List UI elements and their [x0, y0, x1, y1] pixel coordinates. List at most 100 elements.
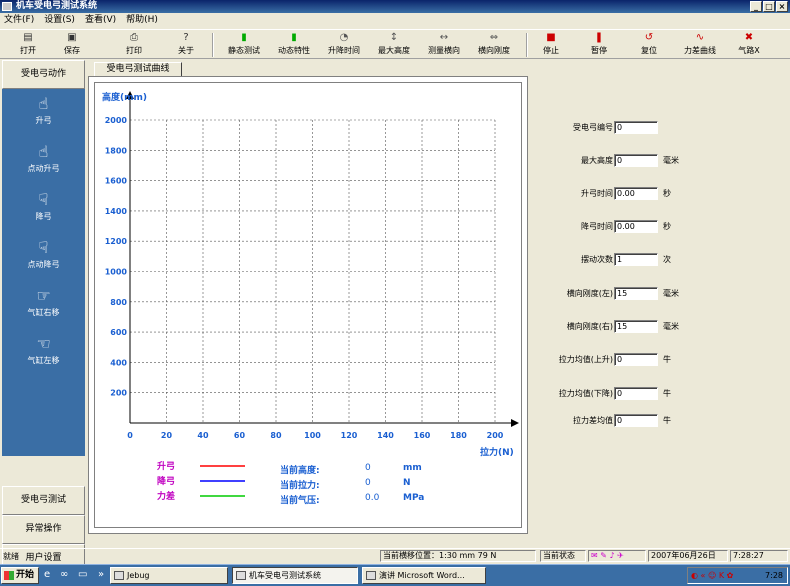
minimize-button[interactable]: _ — [750, 1, 762, 12]
action-lower[interactable]: ☟ 降弓 — [2, 189, 85, 237]
y-tick-label: 1200 — [105, 237, 128, 246]
force-mean-rise-field[interactable]: 0 — [614, 353, 658, 366]
word-icon — [366, 571, 376, 580]
reset-button[interactable]: ↺ 复位 — [634, 32, 664, 58]
title-bar: 机车受电弓测试系统 _ □ × — [0, 0, 790, 13]
y-tick-label: 2000 — [105, 116, 128, 125]
print-button[interactable]: ⎙ 打印 — [120, 32, 148, 58]
stop-icon: ■ — [546, 32, 556, 43]
action-raise[interactable]: ☝ 升弓 — [2, 93, 85, 141]
more-chevron-icon[interactable]: » — [98, 569, 104, 580]
x-tick-label: 100 — [304, 431, 321, 440]
param-lateral-stiffness-right: 横向刚度(右) 15 毫米 — [566, 320, 679, 333]
legend-label: 升弓 — [157, 460, 175, 472]
tab-test-curve[interactable]: 受电弓测试曲线 — [94, 62, 182, 76]
tray-icons[interactable]: ◐ « ☺ K ✿ — [691, 568, 733, 583]
x-tick-label: 180 — [450, 431, 467, 440]
x-tick-label: 120 — [341, 431, 358, 440]
force-curve-button[interactable]: ∿ 力差曲线 — [678, 32, 722, 58]
x-tick-label: 80 — [270, 431, 282, 440]
status-date: 2007年06月26日 — [648, 550, 728, 562]
y-axis-label: 高度(mm) — [102, 91, 147, 103]
action-jog-lower[interactable]: ☟ 点动降弓 — [2, 237, 85, 285]
reset-icon: ↺ — [644, 32, 654, 43]
menu-file[interactable]: 文件(F) — [4, 13, 34, 27]
max-height-button[interactable]: ↕ 最大高度 — [372, 32, 416, 58]
task-word[interactable]: 演讲 Microsoft Word... — [362, 567, 486, 584]
status-state: 当前状态 — [540, 550, 586, 562]
media-icon[interactable]: ∞ — [60, 569, 68, 580]
dynamic-test-button[interactable]: ▮ 动态特性 — [272, 32, 316, 58]
y-tick-label: 400 — [110, 358, 127, 367]
exception-operation-button[interactable]: 异常操作 — [2, 515, 85, 544]
maximize-button[interactable]: □ — [763, 1, 775, 12]
stop-button[interactable]: ■ 停止 — [536, 32, 566, 58]
desktop-icon[interactable]: ▭ — [78, 569, 87, 580]
pause-icon: ❚ — [594, 32, 604, 43]
legend-label: 降弓 — [157, 475, 175, 487]
action-cylinder-right[interactable]: ☞ 气缸右移 — [2, 285, 85, 333]
air-circuit-button[interactable]: ✖ 气路X — [732, 32, 766, 58]
x-axis-label: 拉力(N) — [480, 446, 514, 458]
about-button[interactable]: ? 关于 — [172, 32, 200, 58]
app-icon[interactable] — [2, 2, 12, 11]
lateral-stiffness-right-field[interactable]: 15 — [614, 320, 658, 333]
action-cylinder-left[interactable]: ☜ 气缸左移 — [2, 333, 85, 381]
rise-time-field[interactable]: 0.00 — [614, 187, 658, 200]
task-pantograph-system[interactable]: 机车受电弓测试系统 — [232, 567, 358, 584]
window-title: 机车受电弓测试系统 — [16, 1, 98, 11]
ie-icon[interactable]: e — [44, 569, 50, 580]
close-button[interactable]: × — [776, 1, 788, 12]
action-jog-raise[interactable]: ☝ 点动升弓 — [2, 141, 85, 189]
action-panel-header[interactable]: 受电弓动作 — [2, 60, 85, 89]
x-tick-label: 140 — [377, 431, 394, 440]
save-button[interactable]: ▣ 保存 — [58, 32, 86, 58]
fall-time-field[interactable]: 0.00 — [614, 220, 658, 233]
hand-up-icon: ☝ — [38, 94, 49, 113]
folder-icon — [114, 571, 124, 580]
test-icon: ▮ — [241, 32, 247, 43]
x-tick-label: 60 — [234, 431, 246, 440]
swing-count-field[interactable]: 1 — [614, 253, 658, 266]
param-force-mean-fall: 拉力均值(下降) 0 牛 — [558, 387, 671, 400]
pause-button[interactable]: ❚ 暂停 — [584, 32, 614, 58]
lateral-stiffness-left-field[interactable]: 15 — [614, 287, 658, 300]
hand-point-up-icon: ☝ — [38, 142, 49, 161]
max-height-field[interactable]: 0 — [614, 154, 658, 167]
menu-view[interactable]: 查看(V) — [85, 13, 116, 27]
pantograph-id-field[interactable]: 0 — [614, 121, 658, 134]
y-tick-label: 1800 — [105, 146, 128, 155]
status-ready: 就绪 — [3, 552, 19, 561]
menu-help[interactable]: 帮助(H) — [126, 13, 158, 27]
rise-fall-time-button[interactable]: ◔ 升降时间 — [322, 32, 366, 58]
x-tick-label: 160 — [414, 431, 431, 440]
force-diff-mean-field[interactable]: 0 — [614, 414, 658, 427]
menu-bar: 文件(F) 设置(S) 查看(V) 帮助(H) — [0, 13, 790, 27]
help-icon: ? — [183, 32, 189, 43]
force-mean-fall-field[interactable]: 0 — [614, 387, 658, 400]
param-pantograph-id: 受电弓编号 0 — [530, 121, 788, 135]
curve-icon: ∿ — [695, 32, 705, 43]
readout-pressure-value: 0.0 — [365, 493, 380, 503]
start-button[interactable]: 开始 — [1, 567, 39, 584]
tab-bar: 受电弓测试曲线 — [88, 62, 528, 76]
y-tick-label: 800 — [110, 298, 127, 307]
pantograph-test-button[interactable]: 受电弓测试 — [2, 486, 85, 515]
param-lateral-stiffness-left: 横向刚度(左) 15 毫米 — [566, 287, 679, 300]
toolbar: ▤ 打开 ▣ 保存 ⎙ 打印 ? 关于 ▮ 静态测试 ▮ 动态特性 ◔ 升降时间 ↕ 最大高度 … — [0, 29, 790, 59]
param-fall-time: 降弓时间 0.00 秒 — [581, 220, 671, 233]
status-time: 7:28:27 — [730, 550, 788, 562]
lateral-stiffness-button[interactable]: ⇔ 横向刚度 — [472, 32, 516, 58]
readout-height-label: 当前高度: — [280, 466, 320, 476]
measure-lateral-button[interactable]: ↔ 测量横向 — [422, 32, 466, 58]
static-test-button[interactable]: ▮ 静态测试 — [222, 32, 266, 58]
hand-down-icon: ☟ — [38, 190, 49, 209]
menu-settings[interactable]: 设置(S) — [44, 13, 75, 27]
open-button[interactable]: ▤ 打开 — [14, 32, 42, 58]
windows-flag-icon — [4, 571, 14, 580]
task-debug[interactable]: Jebug — [110, 567, 228, 584]
readout-force-label: 当前拉力: — [280, 481, 320, 491]
param-rise-time: 升弓时间 0.00 秒 — [581, 187, 671, 200]
x-axis-arrow — [511, 419, 519, 427]
status-bar: 就绪 当前横移位置：1:30 mm 79 N 当前状态 ✉ ✎ ♪ ✈ 2007… — [0, 548, 790, 562]
